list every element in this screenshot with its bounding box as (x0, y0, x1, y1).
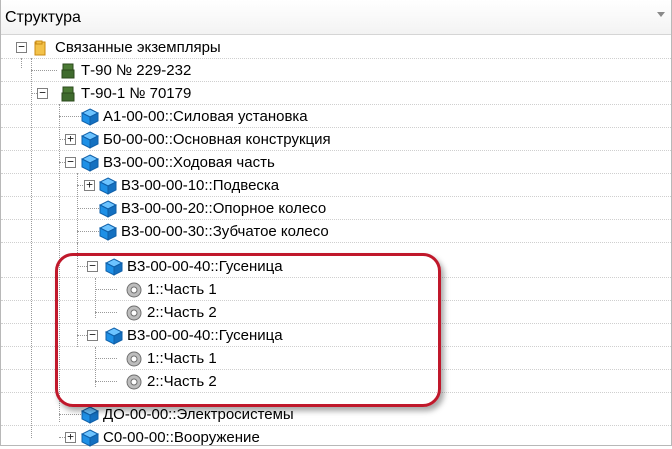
folder-icon (34, 40, 46, 55)
tree-node-label: В3-00-00-10::Подвеска (121, 176, 280, 194)
tree-node-label: 1::Часть 1 (147, 349, 217, 367)
tree-node-label: В3-00-00-40::Гусеница (127, 326, 283, 344)
tree-line (77, 231, 99, 232)
tree-node-label: Т-90 № 229-232 (81, 61, 192, 79)
tree-line (77, 266, 87, 267)
tree-line (95, 289, 117, 290)
collapse-toggle[interactable]: − (16, 41, 27, 53)
tree-node-label: Связанные экземпляры (55, 38, 221, 56)
collapse-toggle[interactable]: − (87, 329, 98, 341)
expand-toggle[interactable]: + (65, 431, 76, 443)
tree-node-label: А1-00-00::Силовая установка (103, 107, 308, 125)
tree-line (31, 70, 57, 71)
column-header[interactable]: Структура (1, 0, 671, 35)
tree-node-label: С0-00-00::Вооружение (103, 428, 260, 446)
tree-row[interactable]: − Связанные экземпляры (1, 36, 671, 59)
tree-node-label: ДО-00-00::Электросистемы (103, 405, 294, 423)
structure-tree-panel: Структура − Связанные экземпляры Т-90 № … (0, 0, 672, 449)
tree-line (95, 381, 117, 382)
tree-row[interactable]: − Т-90-1 № 70179 (1, 82, 671, 105)
tree-node-label: В3-00-00-20::Опорное колесо (121, 199, 327, 217)
tree-line (59, 116, 81, 117)
cube-icon (105, 326, 123, 345)
tree-line (77, 335, 87, 336)
tree-row[interactable]: 1::Часть 1 (1, 347, 671, 370)
tree-line (95, 358, 117, 359)
tree-row[interactable]: − В3-00-00-40::Гусеница (1, 324, 671, 347)
tree-row[interactable]: − В3-00-00-40::Гусеница (1, 255, 671, 278)
tree-node-label: 2::Часть 2 (147, 372, 217, 390)
column-header-title: Структура (5, 9, 81, 26)
tree-node-label: Т-90-1 № 70179 (81, 84, 192, 102)
cube-icon (99, 222, 117, 241)
tree-row[interactable]: ДО-00-00::Электросистемы (1, 403, 671, 426)
collapse-toggle[interactable]: − (65, 156, 76, 168)
collapse-toggle[interactable]: − (37, 87, 48, 99)
tree-line (77, 208, 99, 209)
cube-icon (99, 199, 117, 218)
expand-toggle[interactable]: + (84, 179, 95, 191)
cube-icon (81, 428, 99, 447)
tree-node-label: В3-00-00-30::Зубчатое колесо (121, 222, 329, 240)
expand-toggle[interactable]: + (65, 133, 76, 145)
cube-icon (99, 176, 117, 195)
tree-row[interactable]: В3-00-00-20::Опорное колесо (1, 197, 671, 220)
tree-row[interactable]: + В3-00-00-10::Подвеска (1, 174, 671, 197)
gear-icon (126, 282, 142, 297)
tree-node-label: 1::Часть 1 (147, 280, 217, 298)
tree-node-label: Б0-00-00::Основная конструкция (103, 130, 331, 148)
tree-row[interactable]: А1-00-00::Силовая установка (1, 105, 671, 128)
gear-icon (126, 351, 142, 366)
tree-row[interactable]: 2::Часть 2 (1, 370, 671, 393)
collapse-toggle[interactable]: − (87, 260, 98, 272)
cube-icon (105, 257, 123, 276)
tree-row[interactable]: Т-90 № 229-232 (1, 59, 671, 82)
cube-icon (81, 130, 99, 149)
tree-row[interactable]: + С0-00-00::Вооружение (1, 426, 671, 449)
tree-line (59, 414, 81, 415)
tank-icon (61, 63, 75, 78)
cube-icon (81, 107, 99, 126)
tree-row[interactable]: + Б0-00-00::Основная конструкция (1, 128, 671, 151)
sort-arrow-icon[interactable] (657, 12, 665, 17)
tree-line (95, 312, 117, 313)
tree-row[interactable]: В3-00-00-30::Зубчатое колесо (1, 220, 671, 243)
tree-row[interactable]: − В3-00-00::Ходовая часть (1, 151, 671, 174)
tree-node-label: 2::Часть 2 (147, 303, 217, 321)
cube-icon (81, 405, 99, 424)
tank-icon (61, 86, 75, 101)
tree-row[interactable]: 1::Часть 1 (1, 278, 671, 301)
tree-node-label: В3-00-00-40::Гусеница (127, 257, 283, 275)
gear-icon (126, 374, 142, 389)
tree-row[interactable]: 2::Часть 2 (1, 301, 671, 324)
gear-icon (126, 305, 142, 320)
cube-icon (81, 153, 99, 172)
tree-node-label: В3-00-00::Ходовая часть (103, 153, 275, 171)
